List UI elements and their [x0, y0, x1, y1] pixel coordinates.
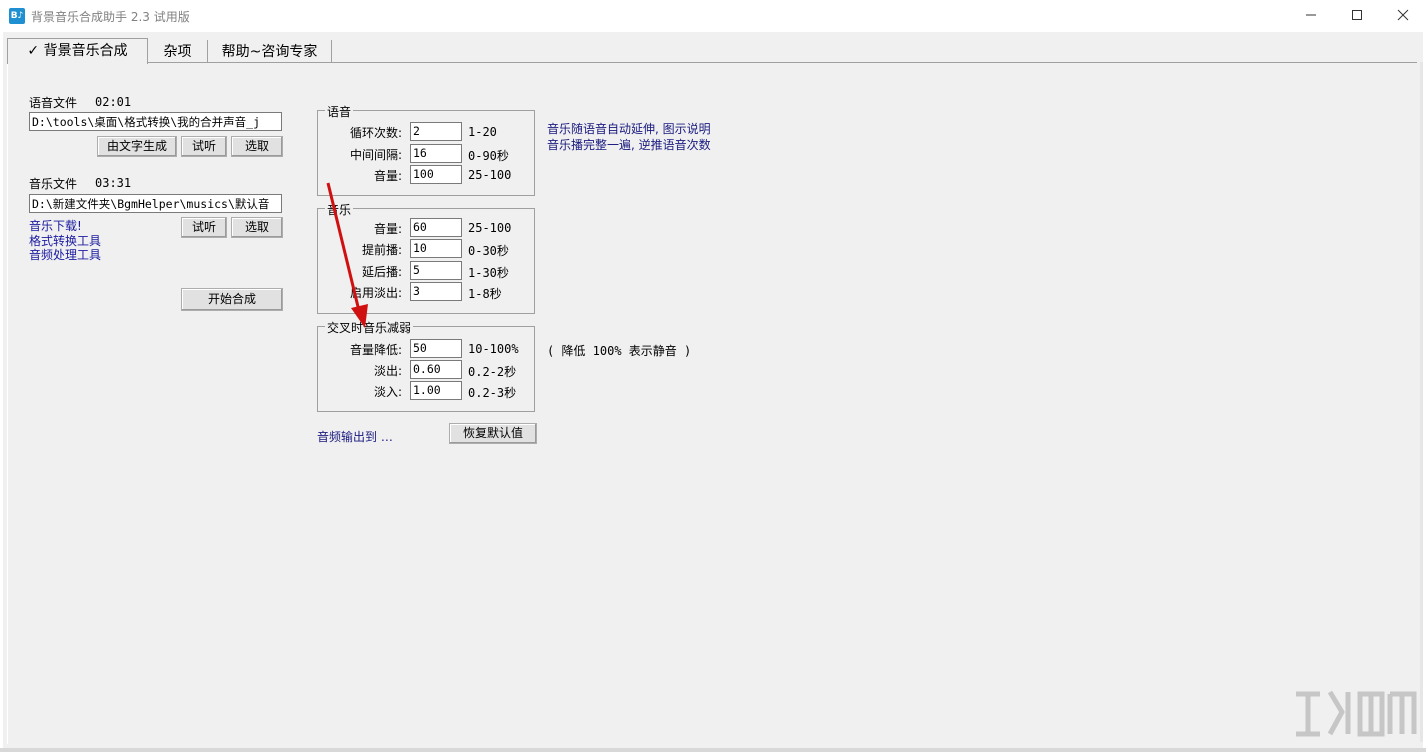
generate-from-text-button[interactable]: 由文字生成 — [97, 136, 177, 157]
loop-count-input[interactable]: 2 — [410, 122, 462, 141]
maximize-icon — [1352, 10, 1362, 20]
volume-reduce-input[interactable]: 50 — [410, 339, 462, 358]
reverse-count-note[interactable]: 音乐播完整一遍, 逆推语音次数 — [547, 136, 711, 153]
tab-label: 帮助~咨询专家 — [221, 44, 318, 60]
interval-label: 中间间隔: — [349, 148, 402, 162]
title-bar: B♪ 背景音乐合成助手 2.3 试用版 — [0, 0, 1426, 32]
interval-range: 0-90秒 — [468, 149, 509, 163]
tab-help[interactable]: 帮助~咨询专家 — [208, 40, 332, 62]
interval-input[interactable]: 16 — [410, 144, 462, 163]
music-select-button[interactable]: 选取 — [231, 217, 283, 238]
cross-fade-in-input[interactable]: 1.00 — [410, 381, 462, 400]
fade-out-enable-range: 1-8秒 — [468, 287, 502, 301]
tab-panel — [7, 62, 1417, 744]
music-duration: 03:31 — [95, 176, 132, 190]
group-title: 语音 — [325, 103, 354, 120]
pre-play-input[interactable]: 10 — [410, 239, 462, 258]
maximize-button[interactable] — [1334, 0, 1380, 30]
app-icon: B♪ — [9, 8, 25, 24]
window-title: 背景音乐合成助手 2.3 试用版 — [31, 10, 190, 24]
minimize-icon — [1306, 14, 1316, 16]
music-file-label: 音乐文件 — [29, 177, 78, 191]
post-play-range: 1-30秒 — [468, 266, 509, 280]
minimize-button[interactable] — [1288, 0, 1334, 30]
restore-defaults-button[interactable]: 恢复默认值 — [449, 423, 537, 444]
voice-listen-button[interactable]: 试听 — [181, 136, 227, 157]
tab-misc[interactable]: 杂项 — [148, 40, 208, 62]
tab-label: 背景音乐合成 — [43, 43, 128, 59]
music-volume-range: 25-100 — [468, 221, 512, 235]
pre-play-range: 0-30秒 — [468, 244, 509, 258]
watermark-logo — [1296, 690, 1417, 737]
cross-fade-out-range: 0.2-2秒 — [468, 365, 517, 379]
mute-note: ( 降低 100% 表示静音 ) — [547, 344, 692, 358]
voice-duration: 02:01 — [95, 95, 132, 109]
post-play-input[interactable]: 5 — [410, 261, 462, 280]
loop-count-label: 循环次数: — [349, 126, 402, 140]
annotation-arrow — [326, 182, 368, 328]
window-edge — [1420, 62, 1423, 742]
music-volume-input[interactable]: 60 — [410, 218, 462, 237]
voice-select-button[interactable]: 选取 — [231, 136, 283, 157]
voice-path-input[interactable]: D:\tools\桌面\格式转换\我的合并声音_j — [29, 112, 282, 131]
music-path-input[interactable]: D:\新建文件夹\BgmHelper\musics\默认音 — [29, 194, 282, 213]
music-listen-button[interactable]: 试听 — [181, 217, 227, 238]
voice-volume-range: 25-100 — [468, 168, 512, 182]
fade-out-enable-input[interactable]: 3 — [410, 282, 462, 301]
volume-reduce-range: 10-100% — [468, 342, 519, 356]
check-icon: ✓ — [27, 43, 40, 59]
window-bottom-border — [0, 748, 1426, 752]
close-button[interactable] — [1380, 0, 1426, 30]
cross-fade-out-label: 淡出: — [373, 364, 402, 378]
voice-file-label: 语音文件 — [29, 96, 78, 110]
loop-count-range: 1-20 — [468, 125, 497, 139]
volume-reduce-label: 音量降低: — [349, 343, 402, 357]
tab-bgm-compose[interactable]: ✓ 背景音乐合成 — [7, 38, 148, 64]
cross-fade-in-label: 淡入: — [373, 385, 402, 399]
audio-output-link[interactable]: 音频输出到 … — [317, 428, 393, 445]
tab-label: 杂项 — [163, 44, 192, 60]
voice-volume-input[interactable]: 100 — [410, 165, 462, 184]
cross-fade-out-input[interactable]: 0.60 — [410, 360, 462, 379]
cross-fade-in-range: 0.2-3秒 — [468, 386, 517, 400]
close-icon — [1397, 9, 1409, 21]
audio-process-link[interactable]: 音频处理工具 — [29, 246, 101, 263]
auto-extend-note[interactable]: 音乐随语音自动延伸, 图示说明 — [547, 120, 711, 137]
start-compose-button[interactable]: 开始合成 — [181, 288, 283, 311]
